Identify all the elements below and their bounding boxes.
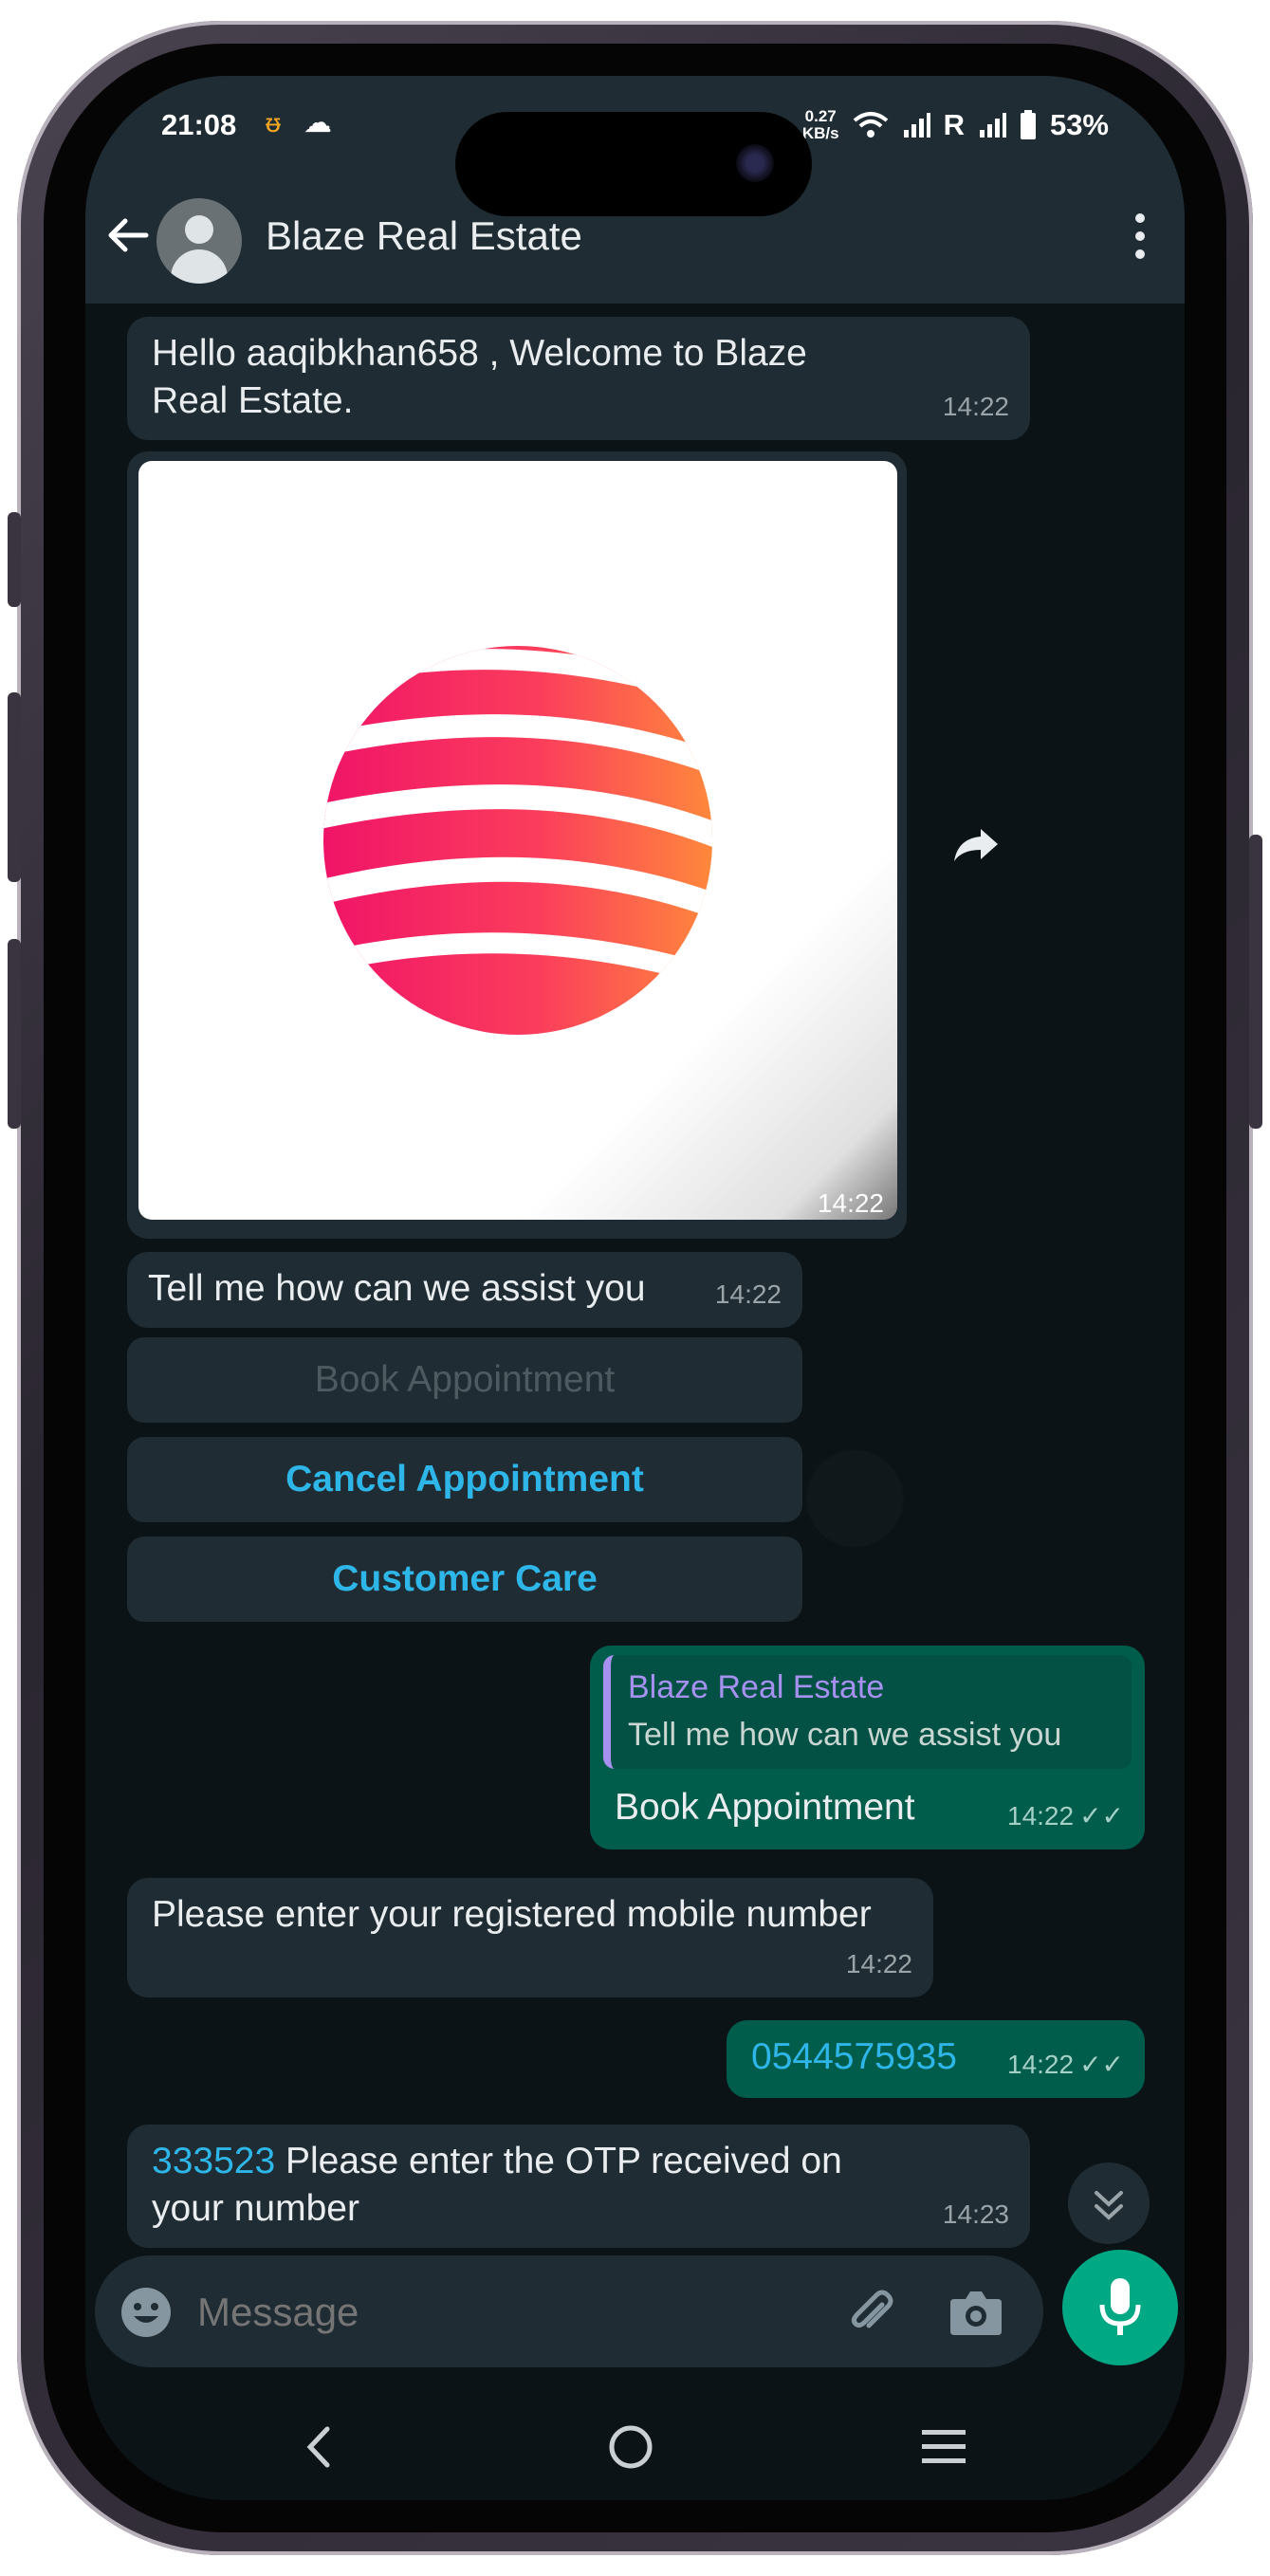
screen: 21:08 ᵿ ☁ 0.27 KB/s R 53% Blaze Real Est… [85, 76, 1185, 2500]
quoted-message[interactable]: Blaze Real Estate Tell me how can we ass… [603, 1655, 1132, 1769]
blaze-globe-logo [323, 646, 712, 1035]
quote-author: Blaze Real Estate [628, 1669, 885, 1705]
contact-avatar[interactable] [156, 198, 242, 284]
cloud-icon: ☁ [304, 107, 332, 138]
reply-message: Blaze Real Estate Tell me how can we ass… [590, 1646, 1145, 1849]
front-camera [736, 144, 774, 182]
network-speed: 0.27 KB/s [801, 107, 839, 142]
status-time: 21:08 [161, 108, 237, 141]
message-time: 14:22 [714, 1279, 782, 1309]
message-time: 14:22 [845, 1949, 912, 1978]
paperclip-icon[interactable] [844, 2284, 901, 2341]
reply-text: Book Appointment [615, 1787, 915, 1828]
customer-care-button[interactable]: Customer Care [127, 1536, 802, 1622]
volume-up-button [8, 692, 21, 882]
welcome-message: Hello aaqibkhan658 , Welcome to Blaze Re… [127, 317, 1030, 440]
chat-area[interactable]: Hello aaqibkhan658 , Welcome to Blaze Re… [85, 304, 1185, 2295]
battery-percent: 53% [1049, 108, 1109, 141]
message-input[interactable] [195, 2278, 806, 2346]
message-composer [95, 2255, 1043, 2367]
message-time: 14:22 ✓✓ [1007, 2050, 1124, 2079]
cancel-appointment-button[interactable]: Cancel Appointment [127, 1437, 802, 1522]
message-time: 14:22 ✓✓ [1007, 1801, 1124, 1831]
emoji-icon[interactable] [120, 2286, 173, 2339]
double-chevron-down-icon [1095, 2191, 1123, 2220]
battery-icon [1020, 110, 1036, 139]
mobile-prompt-text: Please enter your registered mobile numb… [152, 1894, 872, 1935]
book-appointment-button[interactable]: Book Appointment [127, 1337, 802, 1423]
contact-name[interactable]: Blaze Real Estate [266, 213, 582, 259]
nav-recents-icon[interactable] [920, 2426, 967, 2468]
microphone-icon [1099, 2278, 1141, 2335]
read-ticks-icon: ✓✓ [1079, 1801, 1124, 1831]
chat-header: 21:08 ᵿ ☁ 0.27 KB/s R 53% Blaze Real Est… [85, 76, 1185, 304]
roaming-indicator: R [943, 108, 965, 141]
image-time: 14:22 [817, 1188, 884, 1218]
silent-switch [8, 512, 21, 607]
mobile-prompt-message: Please enter your registered mobile numb… [127, 1878, 933, 1997]
more-options-icon[interactable] [1133, 213, 1147, 259]
camera-icon[interactable] [948, 2286, 1003, 2337]
mobile-number-message: 0544575935 14:22 ✓✓ [727, 2020, 1145, 2098]
volume-down-button [8, 939, 21, 1129]
logo-image[interactable] [138, 461, 897, 1220]
wifi-icon [853, 112, 888, 138]
forward-icon[interactable] [948, 816, 1005, 873]
signal-icon [903, 113, 930, 138]
mic-button[interactable] [1062, 2250, 1178, 2365]
assist-message: Tell me how can we assist you 14:22 [127, 1252, 802, 1328]
notification-icon: ᵿ [266, 108, 281, 138]
otp-message: 333523 Please enter the OTP received on … [127, 2125, 1030, 2248]
nav-home-icon[interactable] [607, 2423, 654, 2471]
assist-text: Tell me how can we assist you [148, 1268, 646, 1309]
otp-code-link[interactable]: 333523 [152, 2141, 275, 2181]
message-time: 14:23 [942, 2199, 1009, 2229]
status-right-group: 0.27 KB/s R 53% [802, 108, 1109, 142]
image-message[interactable]: 14:22 [127, 451, 907, 1239]
welcome-text: Hello aaqibkhan658 , Welcome to Blaze Re… [152, 333, 807, 421]
nav-back-icon[interactable] [299, 2423, 337, 2471]
quote-text: Tell me how can we assist you [628, 1717, 1062, 1753]
app-bar: Blaze Real Estate [85, 185, 1185, 289]
power-button [1249, 835, 1262, 1129]
message-time: 14:22 [942, 392, 1009, 421]
system-nav-bar [85, 2390, 1185, 2500]
back-arrow-icon[interactable] [104, 212, 152, 259]
otp-text: 333523 Please enter the OTP received on … [152, 2141, 842, 2229]
read-ticks-icon: ✓✓ [1079, 2050, 1124, 2079]
signal-icon-2 [979, 113, 1006, 138]
scroll-to-bottom-button[interactable] [1068, 2162, 1150, 2244]
